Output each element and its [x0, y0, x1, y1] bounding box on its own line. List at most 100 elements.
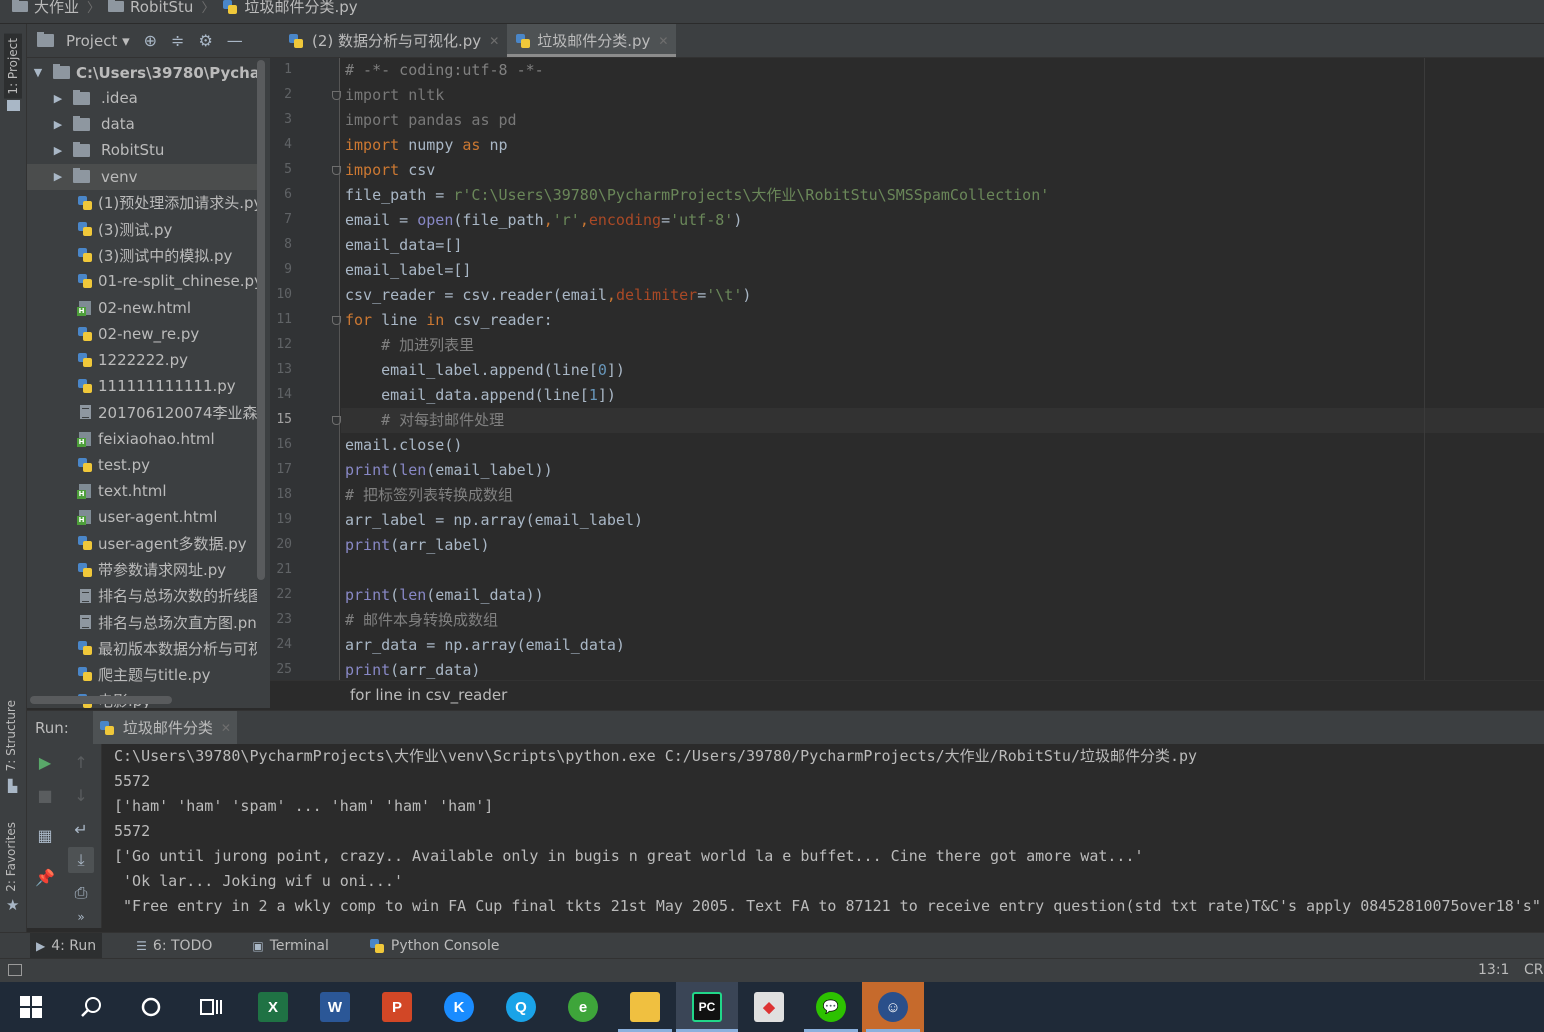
tree-item[interactable]: ▶ data	[27, 111, 257, 137]
tree-item[interactable]: ▶ RobitStu	[27, 137, 257, 163]
tree-item[interactable]: 201706120074李业森.csv	[27, 399, 257, 425]
taskbar-word[interactable]: W	[304, 982, 366, 1032]
excel-icon: X	[258, 992, 288, 1022]
tree-item[interactable]: (1)预处理添加请求头.py	[27, 190, 257, 216]
rerun-icon[interactable]: ▶	[36, 753, 54, 772]
code-line: email.close()	[345, 436, 463, 454]
tree-item[interactable]: ▶ .idea	[27, 85, 257, 111]
tree-item[interactable]: 1222222.py	[27, 347, 257, 373]
soft-wrap-icon[interactable]: ↵	[72, 820, 90, 839]
run-tool-tab[interactable]: ▶ 4: Run	[30, 932, 103, 959]
tool-window-toggle-icon[interactable]	[8, 964, 22, 976]
breadcrumb-scope[interactable]: for line in csv_reader	[350, 686, 507, 704]
tree-item[interactable]: test.py	[27, 452, 257, 478]
tree-item[interactable]: (3)测试中的模拟.py	[27, 242, 257, 268]
breadcrumb-project[interactable]: 大作业	[12, 0, 79, 17]
pin-icon[interactable]: 📌	[35, 868, 55, 887]
close-icon[interactable]: ✕	[221, 721, 231, 735]
more-icon[interactable]: »	[72, 908, 90, 926]
python-console-tool-tab[interactable]: Python Console	[363, 933, 506, 959]
taskbar-wechat[interactable]: 💬	[800, 982, 862, 1032]
todo-tool-tab[interactable]: ☰ 6: TODO	[130, 933, 218, 959]
minimize-icon[interactable]: —	[227, 31, 243, 50]
project-tool-tab[interactable]: 1: Project	[4, 34, 22, 99]
layout-icon[interactable]: ▦	[36, 826, 54, 845]
print-icon[interactable]: ⎙	[72, 883, 90, 902]
run-config-tab[interactable]: 垃圾邮件分类 ✕	[92, 710, 237, 745]
collapse-all-icon[interactable]: ≑	[171, 31, 184, 50]
expand-arrow-icon[interactable]: ▶	[53, 118, 63, 131]
expand-arrow-icon[interactable]: ▶	[53, 170, 63, 183]
taskbar-explorer[interactable]	[614, 982, 676, 1032]
code-editor[interactable]: # -*- coding:utf-8 -*- import nltk impor…	[341, 58, 1544, 680]
tree-item[interactable]: 爬主题与title.py	[27, 661, 257, 687]
tree-item[interactable]: user-agent多数据.py	[27, 530, 257, 556]
code-line: email_data=[]	[345, 236, 463, 254]
cortana-button[interactable]	[120, 982, 182, 1032]
structure-tool-tab[interactable]: 7: Structure	[4, 700, 18, 771]
locate-file-icon[interactable]: ⊕	[144, 31, 157, 50]
favorites-tool-tab[interactable]: 2: Favorites	[4, 822, 18, 892]
folder-icon	[630, 992, 660, 1022]
close-icon[interactable]: ✕	[658, 34, 668, 48]
caret-position[interactable]: 13:1	[1478, 962, 1509, 978]
breadcrumb-file[interactable]: 垃圾邮件分类.py	[222, 0, 358, 17]
scroll-to-end-icon[interactable]: ⤓	[68, 847, 94, 873]
taskbar-ie[interactable]: e	[552, 982, 614, 1032]
fold-icon[interactable]	[332, 166, 341, 175]
tree-item[interactable]: text.html	[27, 478, 257, 504]
tree-item[interactable]: 02-new_re.py	[27, 321, 257, 347]
line-number: 4	[284, 137, 292, 152]
expand-arrow-icon[interactable]: ▶	[53, 92, 63, 105]
taskbar-app-avatar[interactable]: ☺	[862, 982, 924, 1032]
tree-item[interactable]: 最初版本数据分析与可视化.py	[27, 635, 257, 661]
tree-item[interactable]: 排名与总场次直方图.png	[27, 609, 257, 635]
line-number: 9	[284, 262, 292, 277]
run-console[interactable]: C:\Users\39780\PycharmProjects\大作业\venv\…	[102, 744, 1544, 928]
gear-icon[interactable]: ⚙	[198, 31, 212, 50]
task-view-icon	[200, 999, 222, 1015]
code-line: print(arr_data)	[345, 661, 481, 679]
fold-icon[interactable]	[332, 316, 341, 325]
taskbar-app-red[interactable]: ◆	[738, 982, 800, 1032]
close-icon[interactable]: ✕	[489, 34, 499, 48]
fold-icon[interactable]	[332, 91, 341, 100]
project-view-dropdown[interactable]: Project ▾	[66, 32, 130, 50]
taskbar-browser[interactable]: Q	[490, 982, 552, 1032]
tree-item-label: 111111111111.py	[98, 377, 236, 396]
tree-item-label: (3)测试中的模拟.py	[98, 246, 233, 265]
tree-item[interactable]: feixiaohao.html	[27, 426, 257, 452]
expand-arrow-icon[interactable]: ▼	[33, 66, 43, 79]
line-ending[interactable]: CR	[1524, 962, 1544, 978]
code-line: import nltk	[345, 86, 445, 104]
arrow-down-icon[interactable]: ↓	[72, 786, 90, 805]
taskbar-kugou[interactable]: K	[428, 982, 490, 1032]
arrow-up-icon[interactable]: ↑	[72, 753, 90, 772]
task-view-button[interactable]	[180, 982, 242, 1032]
fold-icon[interactable]	[332, 416, 341, 425]
tree-item[interactable]: 排名与总场次数的折线图.png	[27, 583, 257, 609]
taskbar-powerpoint[interactable]: P	[366, 982, 428, 1032]
search-button[interactable]	[60, 982, 122, 1032]
expand-arrow-icon[interactable]: ▶	[53, 144, 63, 157]
tree-item[interactable]: 01-re-split_chinese.py	[27, 268, 257, 294]
terminal-tool-tab[interactable]: ▣ Terminal	[246, 933, 335, 959]
taskbar-pycharm[interactable]: PC	[676, 982, 738, 1032]
tab-spam-classification[interactable]: 垃圾邮件分类.py ✕	[507, 24, 677, 57]
tree-vertical-scrollbar[interactable]	[257, 60, 265, 580]
breadcrumb-folder[interactable]: RobitStu	[108, 0, 193, 16]
console-line: 5572	[114, 772, 151, 790]
python-file-icon	[288, 33, 304, 49]
tree-item[interactable]: 带参数请求网址.py	[27, 557, 257, 583]
tree-item[interactable]: user-agent.html	[27, 504, 257, 530]
tree-item[interactable]: 02-new.html	[27, 295, 257, 321]
stop-icon[interactable]: ■	[36, 786, 54, 805]
tab-data-analysis[interactable]: (2) 数据分析与可视化.py ✕	[280, 24, 507, 57]
tree-item[interactable]: (3)测试.py	[27, 216, 257, 242]
taskbar-excel[interactable]: X	[242, 982, 304, 1032]
tree-horizontal-scrollbar[interactable]	[30, 696, 172, 704]
tree-item[interactable]: 111111111111.py	[27, 373, 257, 399]
start-button[interactable]	[0, 982, 62, 1032]
tree-item[interactable]: ▶ venv	[27, 163, 257, 190]
tree-root[interactable]: ▼ C:\Users\39780\PycharmProjects\大作业	[27, 59, 257, 85]
